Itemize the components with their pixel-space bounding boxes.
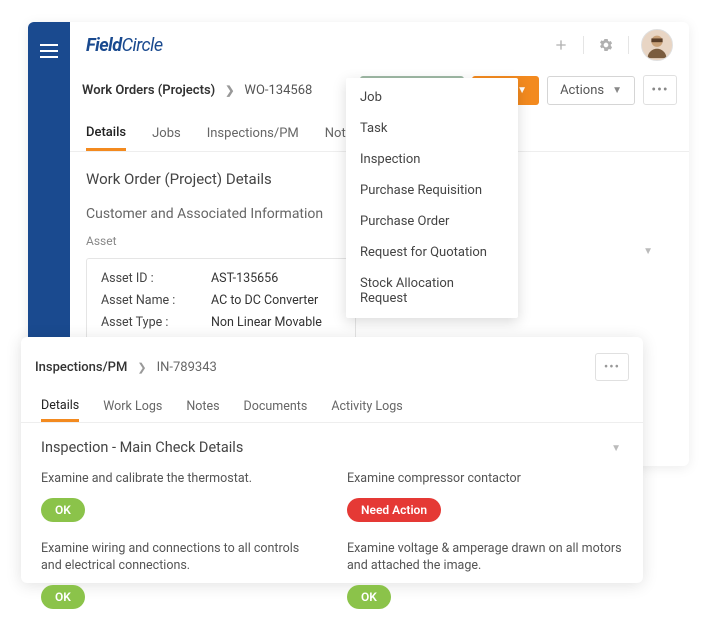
dropdown-item-task[interactable]: Task	[346, 113, 518, 144]
gear-icon[interactable]	[596, 35, 616, 55]
check-text: Examine and calibrate the thermostat.	[41, 470, 317, 488]
sub-breadcrumb-id: IN-789343	[157, 360, 217, 375]
sub-tab-notes[interactable]: Notes	[186, 391, 219, 422]
sub-breadcrumb: Inspections/PM ❯ IN-789343 •••	[21, 337, 643, 391]
chevron-down-icon: ▼	[612, 85, 622, 96]
check-item: Examine voltage & amperage drawn on all …	[347, 540, 623, 609]
divider	[583, 36, 584, 54]
sub-more-button[interactable]: •••	[595, 353, 629, 381]
status-badge-need-action: Need Action	[347, 498, 441, 522]
avatar[interactable]	[641, 29, 673, 61]
asset-row: Asset Name : AC to DC Converter	[101, 293, 341, 308]
inspection-window: Inspections/PM ❯ IN-789343 ••• Details W…	[21, 337, 643, 583]
sub-tab-details[interactable]: Details	[41, 391, 79, 422]
asset-name-key: Asset Name :	[101, 293, 211, 308]
breadcrumb-root[interactable]: Work Orders (Projects)	[82, 83, 215, 98]
status-badge-ok: OK	[41, 498, 85, 522]
dropdown-item-job[interactable]: Job	[346, 82, 518, 113]
topbar: FieldCircle	[70, 22, 689, 68]
sub-panel-title: Inspection - Main Check Details	[41, 439, 623, 456]
brand-suffix: Circle	[122, 35, 163, 56]
asset-row: Asset Type : Non Linear Movable	[101, 315, 341, 330]
check-item: Examine and calibrate the thermostat. OK	[41, 470, 317, 522]
sub-breadcrumb-root[interactable]: Inspections/PM	[35, 360, 127, 375]
breadcrumb: Work Orders (Projects) ❯ WO-134568	[82, 83, 312, 98]
plus-icon[interactable]	[551, 35, 571, 55]
dropdown-item-inspection[interactable]: Inspection	[346, 144, 518, 175]
asset-card: Asset ID : AST-135656 Asset Name : AC to…	[86, 258, 356, 343]
sub-tab-documents[interactable]: Documents	[244, 391, 308, 422]
dropdown-item-purchase-requisition[interactable]: Purchase Requisition	[346, 175, 518, 206]
divider	[628, 36, 629, 54]
asset-id-value: AST-135656	[211, 271, 278, 286]
asset-row: Asset ID : AST-135656	[101, 271, 341, 286]
check-text: Examine wiring and connections to all co…	[41, 540, 317, 575]
dropdown-item-stock-allocation[interactable]: Stock Allocation Request	[346, 268, 518, 314]
brand-prefix: Field	[86, 35, 122, 56]
check-grid: Examine and calibrate the thermostat. OK…	[41, 470, 623, 609]
asset-name-value: AC to DC Converter	[211, 293, 318, 308]
check-item: Examine compressor contactor Need Action	[347, 470, 623, 522]
more-button[interactable]: •••	[643, 75, 677, 105]
collapse-icon[interactable]: ▼	[611, 443, 621, 454]
tab-jobs[interactable]: Jobs	[152, 116, 181, 151]
chevron-right-icon: ❯	[225, 84, 234, 97]
asset-type-key: Asset Type :	[101, 315, 211, 330]
sub-tab-work-logs[interactable]: Work Logs	[103, 391, 162, 422]
check-item: Examine wiring and connections to all co…	[41, 540, 317, 609]
sub-panel: Inspection - Main Check Details ▼ Examin…	[21, 423, 643, 625]
sub-tabs: Details Work Logs Notes Documents Activi…	[21, 391, 643, 423]
chevron-down-icon: ▼	[517, 85, 527, 96]
asset-id-key: Asset ID :	[101, 271, 211, 286]
add-dropdown-menu: Job Task Inspection Purchase Requisition…	[346, 78, 518, 318]
breadcrumb-id: WO-134568	[244, 83, 312, 98]
check-text: Examine compressor contactor	[347, 470, 623, 488]
dropdown-item-purchase-order[interactable]: Purchase Order	[346, 206, 518, 237]
tab-details[interactable]: Details	[86, 116, 126, 151]
tab-inspections[interactable]: Inspections/PM	[207, 116, 299, 151]
brand-logo: FieldCircle	[86, 35, 163, 56]
collapse-icon[interactable]: ▼	[643, 246, 653, 257]
topbar-actions	[551, 29, 673, 61]
actions-button-label: Actions	[560, 83, 604, 98]
menu-toggle-icon[interactable]	[40, 44, 58, 58]
dropdown-item-rfq[interactable]: Request for Quotation	[346, 237, 518, 268]
asset-type-value: Non Linear Movable	[211, 315, 322, 330]
sub-tab-activity-logs[interactable]: Activity Logs	[331, 391, 402, 422]
check-text: Examine voltage & amperage drawn on all …	[347, 540, 623, 575]
actions-button[interactable]: Actions ▼	[547, 76, 635, 105]
chevron-right-icon: ❯	[137, 361, 146, 374]
